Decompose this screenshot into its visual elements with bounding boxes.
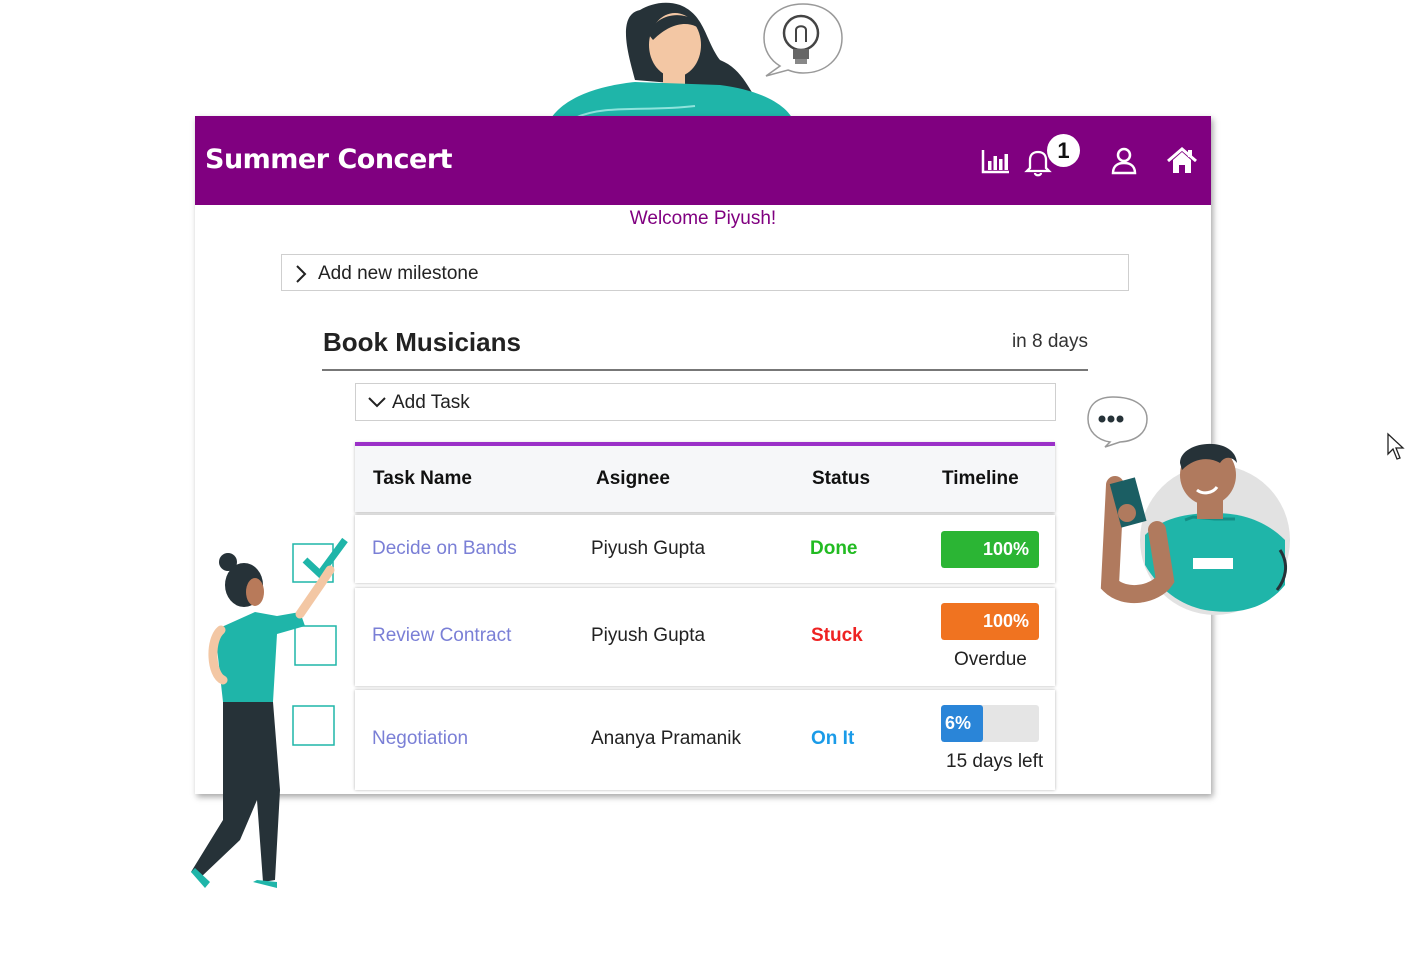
table-row: Review Contract Piyush Gupta Stuck 100% … xyxy=(355,588,1055,686)
task-link[interactable]: Negotiation xyxy=(372,728,468,750)
status-label[interactable]: Done xyxy=(810,538,858,560)
checklist-woman-illustration xyxy=(191,537,348,888)
progress-bar: 100% xyxy=(941,531,1039,568)
assignee-name: Ananya Pramanik xyxy=(591,728,741,749)
column-task-name: Task Name xyxy=(373,468,472,489)
chevron-right-icon xyxy=(296,265,307,283)
column-assignee: Asignee xyxy=(596,468,670,489)
status-label[interactable]: On It xyxy=(811,728,854,750)
app-title: Summer Concert xyxy=(205,144,453,175)
notification-badge[interactable]: 1 xyxy=(1047,134,1080,167)
add-task-label: Add Task xyxy=(392,392,470,413)
top-bar: Summer Concert 1 xyxy=(195,116,1211,205)
progress-label: 100% xyxy=(982,539,1029,559)
add-task-toggle[interactable]: Add Task xyxy=(355,383,1056,421)
timeline-note: Overdue xyxy=(954,649,1027,670)
milestone-due: in 8 days xyxy=(1011,331,1088,352)
phone-man-illustration xyxy=(1087,396,1290,615)
task-table-header: Task Name Asignee Status Timeline xyxy=(355,442,1055,512)
chart-icon[interactable] xyxy=(979,144,1013,178)
progress-bar: 100% xyxy=(941,603,1039,640)
mouse-cursor-icon xyxy=(1387,432,1405,460)
progress-label: 6% xyxy=(945,713,972,733)
status-label[interactable]: Stuck xyxy=(811,625,863,647)
add-milestone-toggle[interactable]: Add new milestone xyxy=(281,254,1129,291)
progress-label: 100% xyxy=(982,611,1029,631)
divider xyxy=(322,369,1088,371)
table-row: Decide on Bands Piyush Gupta Done 100% xyxy=(355,515,1055,583)
task-link[interactable]: Decide on Bands xyxy=(372,538,517,560)
user-icon[interactable] xyxy=(1107,144,1141,178)
add-milestone-label: Add new milestone xyxy=(318,263,479,284)
progress-bar: 6% xyxy=(941,705,1039,742)
column-status: Status xyxy=(812,468,871,489)
table-row: Negotiation Ananya Pramanik On It 6% 15 … xyxy=(355,690,1055,790)
welcome-message: Welcome Piyush! xyxy=(629,208,777,229)
timeline-note: 15 days left xyxy=(946,751,1044,772)
home-icon[interactable] xyxy=(1165,144,1199,178)
column-timeline: Timeline xyxy=(942,468,1019,489)
assignee-name: Piyush Gupta xyxy=(591,538,706,559)
milestone-title: Book Musicians xyxy=(323,327,521,357)
lightbulb-icon xyxy=(763,3,843,77)
task-link[interactable]: Review Contract xyxy=(372,625,511,647)
chevron-down-icon xyxy=(368,397,386,408)
assignee-name: Piyush Gupta xyxy=(591,625,706,646)
